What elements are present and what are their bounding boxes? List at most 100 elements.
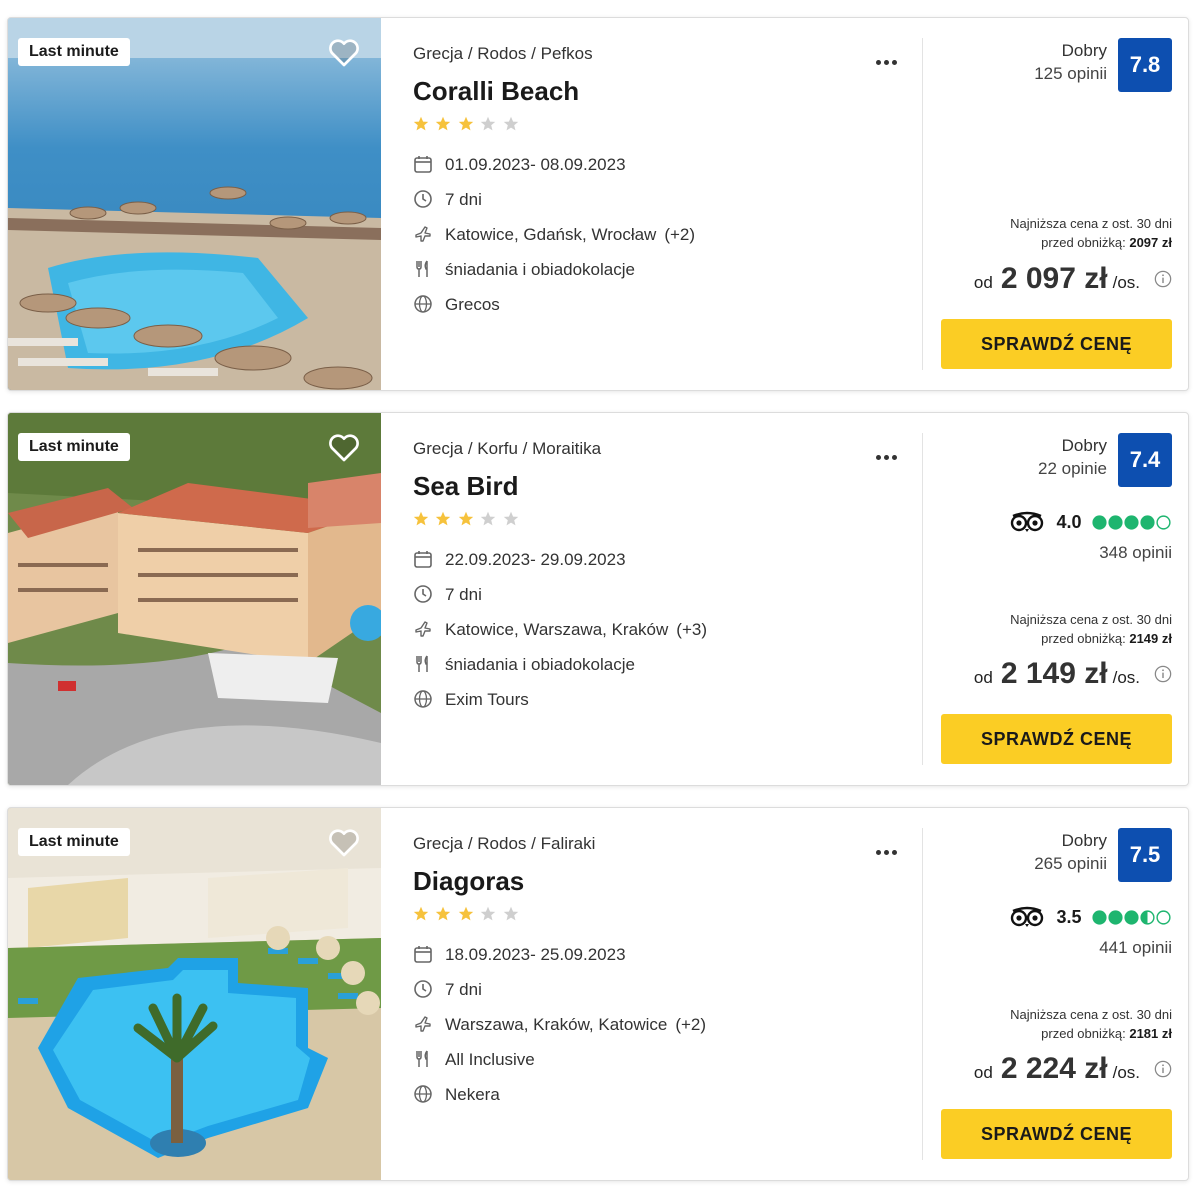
offer-card[interactable]: Last minute Grecja / Rodos / Faliraki Di… <box>7 807 1189 1181</box>
lowest-price-before: przed obniżką: <box>1041 235 1126 250</box>
cutlery-icon <box>416 260 428 277</box>
hotel-photo[interactable]: Last minute <box>8 18 381 390</box>
score-badge[interactable]: 7.8 <box>1118 38 1172 92</box>
location-separator: / <box>531 44 536 63</box>
departure-more[interactable]: (+2) <box>664 225 695 244</box>
info-icon[interactable] <box>1154 270 1172 288</box>
departure-more[interactable]: (+3) <box>676 620 707 639</box>
location-place[interactable]: Pefkos <box>541 44 593 63</box>
hotel-photo[interactable]: Last minute <box>8 413 381 785</box>
tripadvisor-reviews[interactable]: 441 opinii <box>1099 938 1172 958</box>
check-price-button[interactable]: SPRAWDŹ CENĘ <box>941 1109 1172 1159</box>
location-region[interactable]: Korfu <box>477 439 518 458</box>
star-icon <box>458 116 474 131</box>
tripadvisor-rating[interactable]: 4.0 <box>1010 511 1172 535</box>
last-minute-badge: Last minute <box>18 38 130 66</box>
lowest-price-note: Najniższa cena z ost. 30 dni przed obniż… <box>1010 610 1172 648</box>
heart-icon[interactable] <box>328 828 360 858</box>
star-icon <box>413 116 429 131</box>
duration-text: 7 dni <box>445 585 482 604</box>
star-icon <box>436 906 451 921</box>
lowest-price-note: Najniższa cena z ost. 30 dni przed obniż… <box>1010 1005 1172 1043</box>
star-icon <box>413 511 429 526</box>
rating-label: Dobry <box>1061 436 1107 455</box>
calendar-icon <box>414 156 432 173</box>
calendar-icon <box>414 946 432 963</box>
rating-summary: Dobry 265 opinii <box>1034 831 1107 874</box>
price-prefix: od <box>973 668 993 687</box>
clock-icon <box>414 190 432 208</box>
location-region[interactable]: Rodos <box>477 44 526 63</box>
dates-text: 18.09.2023- 25.09.2023 <box>445 945 626 964</box>
check-price-button[interactable]: SPRAWDŹ CENĘ <box>941 319 1172 369</box>
globe-icon <box>414 1085 432 1103</box>
reviews-count[interactable]: 125 opinii <box>1034 64 1107 84</box>
tripadvisor-reviews[interactable]: 348 opinii <box>1099 543 1172 563</box>
hotel-photo[interactable]: Last minute <box>8 808 381 1180</box>
lowest-price-value: 2149 zł <box>1129 631 1172 646</box>
tripadvisor-owl-icon <box>1010 511 1044 532</box>
tripadvisor-bubble <box>1156 909 1171 925</box>
info-icon[interactable] <box>1154 665 1172 683</box>
price: od 2 149 zł/os. <box>974 657 1140 691</box>
board-text: śniadania i obiadokolacje <box>445 655 635 674</box>
check-price-button[interactable]: SPRAWDŹ CENĘ <box>941 714 1172 764</box>
hotel-name[interactable]: Sea Bird <box>413 471 519 502</box>
price-amount: 2 224 zł <box>1000 1052 1108 1085</box>
location-separator: / <box>522 439 528 458</box>
price-suffix: /os. <box>1112 668 1140 687</box>
last-minute-badge: Last minute <box>18 433 130 461</box>
departure-text: Katowice, Gdańsk, Wrocław <box>445 225 657 244</box>
score-badge[interactable]: 7.5 <box>1118 828 1172 882</box>
tripadvisor-bubble <box>1108 909 1123 925</box>
star-icon <box>503 511 519 526</box>
more-options-icon[interactable] <box>876 447 900 465</box>
divider <box>922 828 923 1160</box>
reviews-count[interactable]: 265 opinii <box>1034 854 1107 874</box>
offer-card[interactable]: Last minute Grecja / Rodos / Pefkos Cora… <box>7 17 1189 391</box>
lowest-price-note: Najniższa cena z ost. 30 dni przed obniż… <box>1010 214 1172 252</box>
location-country[interactable]: Grecja <box>413 44 463 63</box>
more-options-icon[interactable] <box>876 842 900 860</box>
heart-icon[interactable] <box>328 38 360 68</box>
location-country[interactable]: Grecja <box>413 834 463 853</box>
lowest-price-text: Najniższa cena z ost. 30 dni <box>1010 612 1172 627</box>
plane-icon <box>415 226 431 242</box>
tripadvisor-rating[interactable]: 3.5 <box>1010 906 1172 930</box>
lowest-price-value: 2181 zł <box>1129 1026 1172 1041</box>
price: od 2 224 zł/os. <box>974 1052 1140 1086</box>
plane-icon <box>415 1016 431 1032</box>
star-icon <box>503 116 519 131</box>
offer-info: Grecja / Korfu / Moraitika Sea Bird 22.0… <box>413 413 913 785</box>
tripadvisor-score: 4.0 <box>1056 511 1082 532</box>
heart-icon[interactable] <box>328 433 360 463</box>
location-country[interactable]: Grecja <box>413 439 463 458</box>
tripadvisor-bubble <box>1092 909 1107 925</box>
clock-icon <box>414 585 432 603</box>
offer-card[interactable]: Last minute Grecja / Korfu / Moraitika S… <box>7 412 1189 786</box>
lowest-price-before: przed obniżką: <box>1041 1026 1126 1041</box>
hotel-name[interactable]: Coralli Beach <box>413 76 579 107</box>
departure-text: Katowice, Warszawa, Kraków <box>445 620 669 639</box>
lowest-price-text: Najniższa cena z ost. 30 dni <box>1010 1007 1172 1022</box>
price-prefix: od <box>973 1063 993 1082</box>
more-options-icon[interactable] <box>876 52 900 70</box>
score-badge[interactable]: 7.4 <box>1118 433 1172 487</box>
operator-text: Nekera <box>445 1085 500 1104</box>
departure-more[interactable]: (+2) <box>675 1015 706 1034</box>
location-region[interactable]: Rodos <box>477 834 526 853</box>
reviews-count[interactable]: 22 opinie <box>1038 459 1107 479</box>
hotel-name[interactable]: Diagoras <box>413 866 524 897</box>
star-icon <box>481 906 496 921</box>
star-icon <box>503 906 519 921</box>
operator-text: Exim Tours <box>445 690 529 709</box>
tripadvisor-bubble <box>1092 514 1107 530</box>
info-icon[interactable] <box>1154 1060 1172 1078</box>
rating-label: Dobry <box>1061 831 1107 850</box>
location-place[interactable]: Faliraki <box>541 834 596 853</box>
tripadvisor-bubbles <box>1092 513 1172 530</box>
divider <box>922 38 923 370</box>
location-place[interactable]: Moraitika <box>532 439 601 458</box>
divider <box>922 433 923 765</box>
tripadvisor-bubbles <box>1092 908 1172 925</box>
